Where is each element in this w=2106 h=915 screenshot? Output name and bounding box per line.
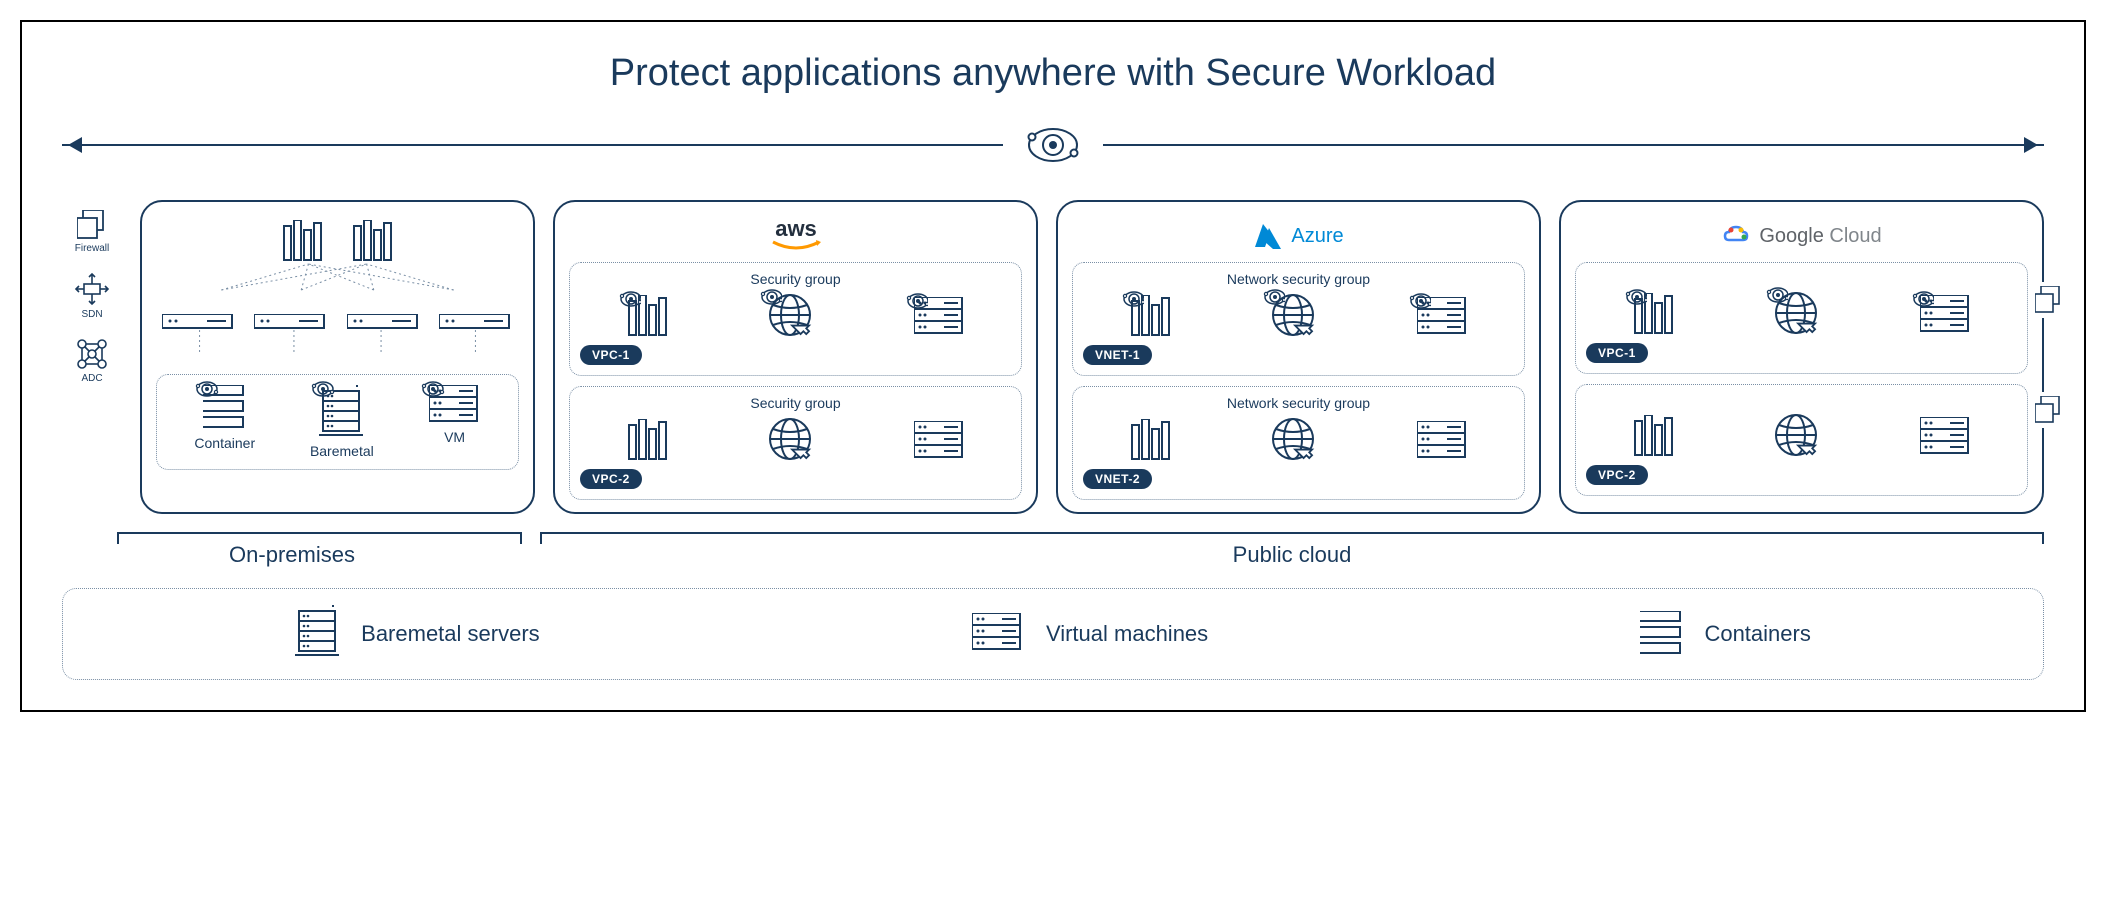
azure-panel: Azure Network security group VNET-1 Netw… (1056, 200, 1541, 514)
onprem-panel: Container Baremetal VM (140, 200, 535, 514)
orbit-badge-icon (1409, 289, 1431, 311)
firewall-icon (77, 210, 107, 240)
vm-icon (1920, 417, 1970, 455)
onprem-container: Container (194, 385, 255, 459)
baremetal-icon (295, 605, 343, 663)
vm-label: VM (444, 429, 465, 445)
sdn-icon (74, 272, 110, 306)
side-firewall: Firewall (75, 210, 109, 254)
globe-cursor-icon (1271, 417, 1317, 463)
orbit-badge-icon (760, 285, 782, 307)
secure-workload-icon (1023, 115, 1083, 175)
orbit-badge-icon (619, 287, 641, 309)
bars-icon (282, 220, 324, 264)
gcp-vpc-1: VPC-1 (1575, 262, 2028, 374)
net-badge: VNET-2 (1083, 469, 1152, 489)
orbit-badge-icon (906, 289, 928, 311)
onprem-section-label: On-premises (62, 532, 522, 568)
page-title: Protect applications anywhere with Secur… (62, 52, 2044, 95)
baremetal-label: Baremetal (310, 443, 374, 459)
vm-icon (914, 421, 964, 459)
sg-label: Security group (580, 271, 1011, 287)
legend-containers: Containers (1640, 611, 1810, 657)
adc-icon (76, 338, 108, 370)
aws-logo: aws (569, 214, 1022, 258)
side-sdn-label: SDN (81, 309, 102, 320)
switch-icon (347, 314, 421, 330)
bars-icon (1633, 415, 1675, 457)
azure-nsg-2: Network security group VNET-2 (1072, 386, 1525, 500)
legend: Baremetal servers Virtual machines Conta… (62, 588, 2044, 680)
peering-icon (2035, 392, 2063, 428)
bars-icon (627, 419, 669, 461)
onprem-baremetal: Baremetal (310, 385, 374, 459)
vm-icon (1417, 421, 1467, 459)
legend-containers-label: Containers (1704, 621, 1810, 647)
mesh-lines (156, 262, 519, 292)
spread-arrow (62, 115, 2044, 175)
gcp-vpc-2: VPC-2 (1575, 384, 2028, 496)
gcp-name-b: Cloud (1829, 225, 1881, 247)
net-badge: VPC-1 (1586, 343, 1648, 363)
gcp-name-a: Google (1759, 225, 1824, 247)
globe-cursor-icon (768, 417, 814, 463)
svg-text:aws: aws (775, 216, 817, 241)
onprem-switches (156, 314, 519, 330)
arrow-left (62, 144, 1003, 146)
switch-icon (439, 314, 513, 330)
orbit-badge-icon (1766, 283, 1788, 305)
gcp-icon (1721, 222, 1751, 250)
orbit-badge-icon (1122, 287, 1144, 309)
orbit-badge-icon (1625, 285, 1647, 307)
side-sdn: SDN (74, 272, 110, 320)
orbit-badge-icon (311, 377, 335, 401)
side-adc-label: ADC (81, 373, 102, 384)
aws-sg-2: Security group VPC-2 (569, 386, 1022, 500)
azure-logo: Azure (1072, 214, 1525, 258)
onprem-workloads: Container Baremetal VM (156, 374, 519, 470)
vm-icon (972, 613, 1028, 655)
onprem-top-servers (156, 220, 519, 264)
peering-icon (2035, 282, 2063, 318)
public-cloud-section-label: Public cloud (540, 532, 2044, 568)
nsg-label: Network security group (1083, 271, 1514, 287)
legend-baremetal: Baremetal servers (295, 605, 540, 663)
orbit-badge-icon (195, 377, 219, 401)
side-firewall-label: Firewall (75, 243, 109, 254)
arrow-right (1103, 144, 2044, 146)
container-icon (1640, 611, 1686, 657)
container-label: Container (194, 435, 255, 451)
azure-nsg-1: Network security group VNET-1 (1072, 262, 1525, 376)
gcp-panel: Google Cloud VPC-1 VPC-2 (1559, 200, 2044, 514)
diagram-frame: Protect applications anywhere with Secur… (20, 20, 2086, 712)
side-stack: Firewall SDN ADC (62, 200, 122, 514)
net-badge: VPC-1 (580, 345, 642, 365)
aws-panel: aws Security group VPC-1 Security group (553, 200, 1038, 514)
globe-cursor-icon (1774, 413, 1820, 459)
drop-lines (156, 330, 519, 354)
net-badge: VNET-1 (1083, 345, 1152, 365)
bars-icon (1130, 419, 1172, 461)
nsg-label: Network security group (1083, 395, 1514, 411)
side-adc: ADC (76, 338, 108, 384)
net-badge: VPC-2 (580, 469, 642, 489)
azure-name: Azure (1291, 225, 1343, 248)
sg-label: Security group (580, 395, 1011, 411)
gcp-logo: Google Cloud (1575, 214, 2028, 258)
switch-icon (254, 314, 328, 330)
aws-sg-1: Security group VPC-1 (569, 262, 1022, 376)
net-badge: VPC-2 (1586, 465, 1648, 485)
orbit-badge-icon (421, 377, 445, 401)
section-labels: On-premises Public cloud (62, 532, 2044, 568)
onprem-vm: VM (429, 385, 481, 459)
orbit-badge-icon (1912, 287, 1934, 309)
legend-vm-label: Virtual machines (1046, 621, 1208, 647)
azure-icon (1253, 221, 1283, 251)
legend-vm: Virtual machines (972, 613, 1208, 655)
legend-baremetal-label: Baremetal servers (361, 621, 540, 647)
switch-icon (162, 314, 236, 330)
orbit-badge-icon (1263, 285, 1285, 307)
bars-icon (352, 220, 394, 264)
